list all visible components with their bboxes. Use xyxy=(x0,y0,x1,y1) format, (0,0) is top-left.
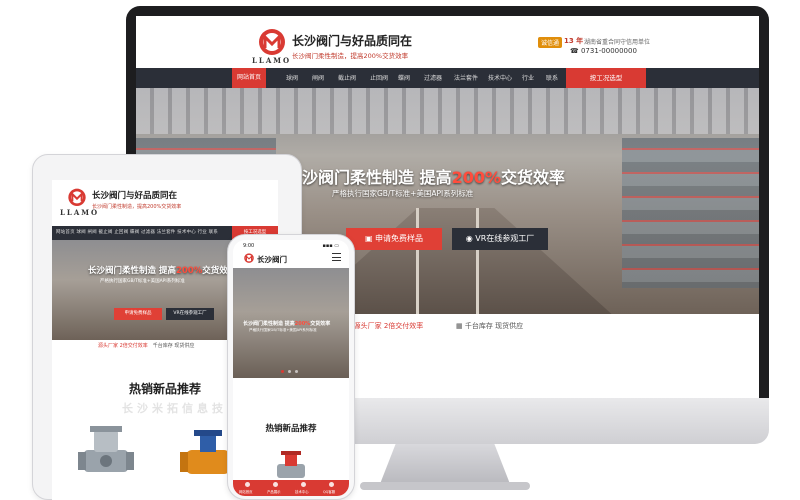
hero-title: 长沙阀门柔性制造 提高200%交货效率 xyxy=(88,266,237,276)
cert-text: 湖南省重合同守信用单位 xyxy=(584,39,651,46)
tab-qq[interactable]: QQ客服 xyxy=(323,489,335,494)
nav-item-check-valve[interactable]: 止回阀 xyxy=(370,73,388,82)
carousel-dots xyxy=(281,370,301,374)
vr-tour-button[interactable]: ◉ VR在线参观工厂 xyxy=(452,228,548,250)
feature-stock: ▦ 千台库存 现货供应 xyxy=(456,322,524,330)
vr-tour-button[interactable]: VR在线参观工厂 xyxy=(166,308,214,320)
site-subtitle: 长沙阀门柔性制造，提高200%交货效率 xyxy=(92,204,182,210)
nav-item-tech[interactable]: 技术中心 xyxy=(488,73,512,82)
hero-title: 长沙阀门柔性制造 提高200%交货效率 xyxy=(286,168,566,187)
tech-icon xyxy=(301,482,306,487)
site-title: 长沙阀门与好品质同在 xyxy=(292,34,413,48)
nav-item-home[interactable]: 网站首页 xyxy=(232,68,267,88)
phone-screen: 9:00 ▪▪▪ ▭ 长沙阀门 长沙阀门柔性制造 提高200%交货效率 严格执行… xyxy=(233,240,349,496)
home-icon xyxy=(245,482,250,487)
hero-title: 长沙阀门柔性制造 提高200%交货效率 xyxy=(243,321,331,327)
hero-subtitle: 严格执行国家GB/T标准+美国API系列标准 xyxy=(100,279,185,284)
carousel-dot[interactable] xyxy=(281,370,284,373)
nav-item-industry[interactable]: 行业 xyxy=(522,73,534,82)
brand-logo-icon[interactable] xyxy=(66,188,88,208)
warehouse-icon: ▦ xyxy=(456,322,465,330)
nav-item-gate-valve[interactable]: 闸阀 xyxy=(312,73,324,82)
check-valve-product-image[interactable] xyxy=(78,420,134,484)
tab-tech[interactable]: 技术中心 xyxy=(295,489,309,494)
status-signal-icon: ▪▪▪ ▭ xyxy=(322,243,339,249)
qq-icon xyxy=(329,482,334,487)
phone-value: 0731-00000000 xyxy=(580,47,637,55)
select-by-condition-button[interactable]: 按工况选型 xyxy=(566,68,646,88)
feature-factory: ▲ 源头厂家 2倍交付效率 xyxy=(346,321,423,331)
hero-subtitle: 严格执行国家GB/T标准+美国API系列标准 xyxy=(249,328,317,332)
phone-number: ☎ 0731-00000000 xyxy=(570,47,637,55)
nav-item-contact[interactable]: 联系 xyxy=(546,73,558,82)
gift-icon: ▣ xyxy=(364,234,376,243)
bottom-tab-bar: 网站首页 产品展示 技术中心 QQ客服 xyxy=(233,480,349,496)
main-nav: 网站首页 球阀 闸阀 截止阀 止回阀 蝶阀 过滤器 法兰套件 技术中心 行业 联… xyxy=(136,68,759,88)
request-sample-button[interactable]: ▣ 申请免费样品 xyxy=(346,228,442,250)
site-subtitle: 长沙阀门柔性制造，提高200%交货效率 xyxy=(292,52,409,60)
feature-strip: 源头厂家 2倍交付效率 千台库存 现货供应 xyxy=(98,343,195,349)
trust-badge: 诚信通 xyxy=(538,37,563,48)
site-title: 长沙阀门与好品质同在 xyxy=(92,191,178,201)
hero-shelf-right xyxy=(622,138,759,288)
tab-home[interactable]: 网站首页 xyxy=(239,489,253,494)
tablet-nav-items[interactable]: 网站首页 球阀 闸阀 截止阀 止回阀 蝶阀 过滤器 法兰套件 技术中心 行业 联… xyxy=(56,229,218,235)
nav-item-ball-valve[interactable]: 球阀 xyxy=(286,73,298,82)
brand-logo-icon[interactable] xyxy=(256,28,288,58)
section-title: 热销新品推荐 xyxy=(265,424,317,434)
tab-products[interactable]: 产品展示 xyxy=(267,489,281,494)
site-header: LLAMO 长沙阀门与好品质同在 长沙阀门柔性制造，提高200%交货效率 诚信通… xyxy=(136,16,759,68)
status-time: 9:00 xyxy=(243,243,255,249)
carousel-dot[interactable] xyxy=(288,370,291,373)
monitor-stand xyxy=(380,444,510,484)
vr-icon: ◉ xyxy=(465,234,476,243)
request-sample-button[interactable]: 申请免费样品 xyxy=(114,308,162,320)
hero-rail xyxy=(476,208,479,314)
hero-rail xyxy=(416,208,419,314)
hamburger-menu-icon[interactable] xyxy=(332,253,341,261)
brand-wordmark: LLAMO xyxy=(252,56,292,65)
site-title: 长沙阀门 xyxy=(257,255,287,264)
product-icon xyxy=(273,482,278,487)
years-badge: 13 年 xyxy=(564,37,584,45)
watermark-text: 长沙米拓信息技 xyxy=(122,402,227,415)
nav-item-filter[interactable]: 过滤器 xyxy=(424,73,442,82)
product-showcase: LLAMO 长沙阀门与好品质同在 长沙阀门柔性制造，提高200%交货效率 诚信通… xyxy=(0,0,800,500)
valve-product-image[interactable] xyxy=(273,450,309,480)
nav-item-butterfly-valve[interactable]: 蝶阀 xyxy=(398,73,410,82)
nav-item-flange[interactable]: 法兰套件 xyxy=(454,73,478,82)
phone-hero: 长沙阀门柔性制造 提高200%交货效率 严格执行国家GB/T标准+美国API系列… xyxy=(233,268,349,378)
nav-item-globe-valve[interactable]: 截止阀 xyxy=(338,73,356,82)
hero-ceiling-image xyxy=(136,88,759,134)
hero-subtitle: 严格执行国家GB/T标准+美国API系列标准 xyxy=(332,189,474,198)
brand-logo-icon[interactable] xyxy=(243,253,255,264)
monitor-foot xyxy=(360,482,530,490)
carousel-dot[interactable] xyxy=(295,370,298,373)
phone-icon: ☎ xyxy=(570,47,581,55)
